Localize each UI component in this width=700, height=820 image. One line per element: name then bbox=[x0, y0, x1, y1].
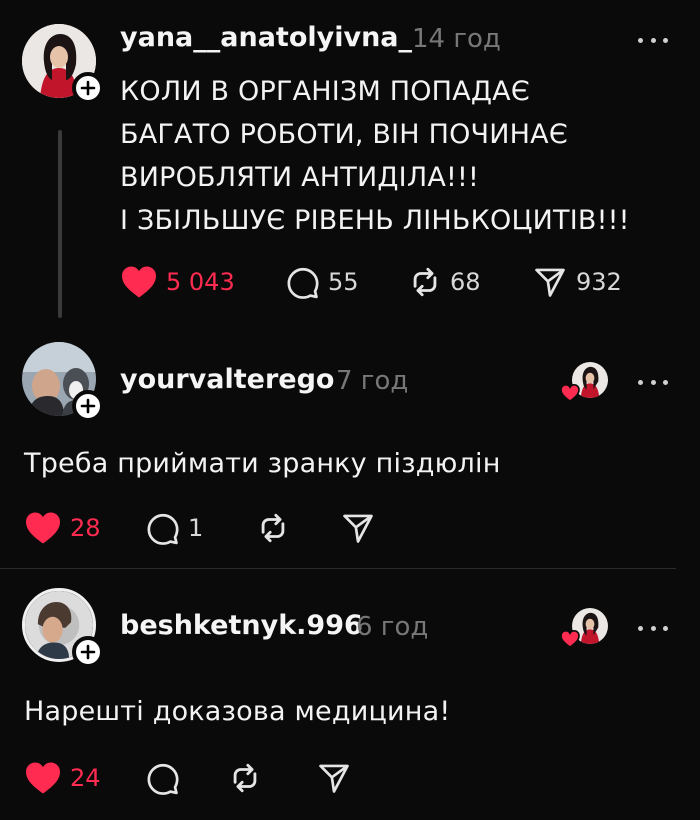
comment-bubble-icon bbox=[147, 513, 179, 545]
comment-bubble-icon bbox=[147, 763, 179, 795]
avatar-yana[interactable] bbox=[22, 24, 104, 104]
comment-button[interactable]: 55 bbox=[286, 262, 359, 302]
post-text: Треба приймати зранку піздюлін bbox=[24, 448, 501, 479]
post-2: yourvalterego 7 год Треба приймати зранк… bbox=[0, 342, 700, 568]
more-dots-icon[interactable] bbox=[638, 624, 668, 632]
follow-plus-icon[interactable] bbox=[72, 636, 104, 668]
comment-count: 1 bbox=[188, 514, 204, 542]
like-button[interactable]: 5 043 bbox=[120, 262, 235, 302]
share-paper-plane-icon bbox=[343, 514, 373, 543]
more-dots-icon[interactable] bbox=[638, 378, 668, 386]
avatar-beshketnyk[interactable] bbox=[22, 588, 104, 668]
follow-plus-icon[interactable] bbox=[72, 72, 104, 104]
comment-button[interactable]: 1 bbox=[146, 508, 203, 548]
repost-icon bbox=[261, 513, 285, 543]
post-actions: 5 043 55 68 932 bbox=[120, 262, 660, 302]
like-count: 24 bbox=[70, 764, 101, 792]
more-dots-icon[interactable] bbox=[638, 36, 668, 44]
repost-button[interactable]: 68 bbox=[408, 262, 481, 302]
post-1: yana__anatolyivna_ 14 год КОЛИ В ОРГАНІЗ… bbox=[0, 0, 700, 340]
liked-by-author-indicator bbox=[560, 608, 608, 648]
share-button[interactable]: 932 bbox=[532, 262, 622, 302]
post-text: Нарешті доказова медицина! bbox=[24, 696, 451, 727]
like-button[interactable]: 28 bbox=[24, 508, 101, 548]
heart-filled-icon bbox=[122, 266, 156, 298]
follow-plus-icon[interactable] bbox=[72, 390, 104, 422]
heart-filled-icon bbox=[26, 762, 60, 794]
avatar-yourvalterego[interactable] bbox=[22, 342, 104, 422]
comment-bubble-icon bbox=[287, 267, 319, 299]
comment-button[interactable] bbox=[146, 758, 180, 798]
like-button[interactable]: 24 bbox=[24, 758, 101, 798]
share-count: 932 bbox=[576, 268, 622, 296]
like-count: 5 043 bbox=[166, 268, 235, 296]
post-3: beshketnyk.996 6 год Нарешті доказова ме… bbox=[0, 588, 700, 820]
share-paper-plane-icon bbox=[535, 268, 565, 297]
username[interactable]: beshketnyk.996 bbox=[120, 610, 363, 641]
share-paper-plane-icon bbox=[319, 764, 349, 793]
like-count: 28 bbox=[70, 514, 101, 542]
thread-line bbox=[58, 130, 62, 318]
post-time: 14 год bbox=[412, 24, 501, 54]
post-divider bbox=[0, 568, 676, 569]
username[interactable]: yourvalterego bbox=[120, 364, 334, 395]
post-actions: 24 bbox=[24, 758, 424, 798]
liked-by-author-indicator bbox=[560, 362, 608, 402]
repost-button[interactable] bbox=[228, 758, 262, 798]
repost-icon bbox=[233, 763, 257, 793]
heart-filled-icon bbox=[560, 384, 580, 402]
repost-icon bbox=[413, 267, 437, 297]
heart-filled-icon bbox=[560, 630, 580, 648]
repost-button[interactable] bbox=[256, 508, 290, 548]
post-time: 6 год bbox=[356, 612, 429, 642]
post-actions: 28 1 bbox=[24, 508, 424, 548]
share-button[interactable] bbox=[340, 508, 376, 548]
username[interactable]: yana__anatolyivna_ bbox=[120, 22, 412, 53]
repost-count: 68 bbox=[450, 268, 481, 296]
post-text: КОЛИ В ОРГАНІЗМ ПОПАДАЄ БАГАТО РОБОТИ, В… bbox=[120, 76, 630, 236]
comment-count: 55 bbox=[328, 268, 359, 296]
post-time: 7 год bbox=[336, 366, 409, 396]
heart-filled-icon bbox=[26, 512, 60, 544]
share-button[interactable] bbox=[316, 758, 352, 798]
